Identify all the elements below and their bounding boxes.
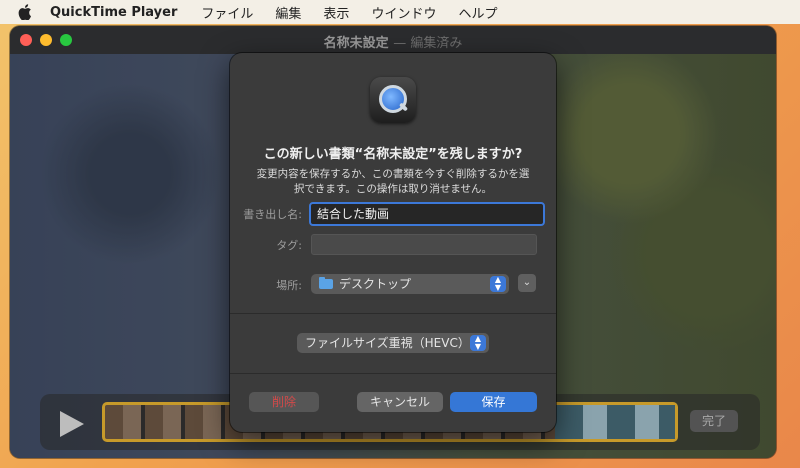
window-title: 名称未設定 — 編集済み (10, 32, 776, 51)
save-button[interactable]: 保存 (450, 392, 537, 412)
format-value: ファイルサイズ重視（HEVC） (305, 336, 470, 350)
chevron-down-icon: ⌄ (522, 277, 532, 288)
apple-logo-icon[interactable] (18, 4, 32, 20)
where-label: 場所: (276, 279, 302, 292)
edited-status: — 編集済み (393, 36, 463, 51)
tags-label: タグ: (276, 239, 302, 252)
menu-file[interactable]: ファイル (201, 3, 253, 22)
format-select[interactable]: ファイルサイズ重視（HEVC） ▲ ▼ (297, 333, 489, 353)
dialog-title: この新しい書類“名称未設定”を残しますか? (263, 147, 523, 162)
location-select[interactable]: デスクトップ ▲ ▼ (311, 274, 509, 294)
menu-window[interactable]: ウインドウ (371, 3, 436, 22)
done-button[interactable]: 完了 (690, 410, 738, 432)
folder-icon (319, 277, 333, 289)
location-value: デスクトップ (339, 277, 412, 291)
format-chevron-icon: ▲ ▼ (470, 335, 486, 351)
separator-bottom (230, 373, 556, 374)
title-bar: 名称未設定 — 編集済み (10, 26, 776, 54)
tags-field[interactable] (311, 234, 537, 255)
chevron-updown-icon: ▲ ▼ (490, 276, 506, 292)
document-name: 名称未設定 (323, 36, 389, 51)
save-as-field[interactable]: 結合した動画 (309, 202, 545, 226)
menu-view[interactable]: 表示 (323, 3, 349, 22)
separator-top (230, 313, 556, 314)
play-icon[interactable] (60, 411, 84, 437)
app-name-menu[interactable]: QuickTime Player (50, 5, 177, 20)
menu-bar: QuickTime Player ファイル 編集 表示 ウインドウ ヘルプ (0, 0, 800, 24)
expand-button[interactable]: ⌄ (518, 274, 536, 292)
delete-button[interactable]: 削除 (249, 392, 319, 412)
save-as-label: 書き出し名: (243, 208, 302, 221)
save-dialog: この新しい書類“名称未設定”を残しますか? 変更内容を保存するか、この書類を今す… (230, 53, 556, 432)
menu-edit[interactable]: 編集 (275, 3, 301, 22)
dialog-message: 変更内容を保存するか、この書類を今すぐ削除するかを選択できます。この操作は取り消… (256, 168, 530, 195)
menu-help[interactable]: ヘルプ (458, 3, 497, 22)
filmstrip-clip (555, 405, 675, 439)
quicktime-app-icon (370, 77, 416, 123)
cancel-button[interactable]: キャンセル (357, 392, 443, 412)
